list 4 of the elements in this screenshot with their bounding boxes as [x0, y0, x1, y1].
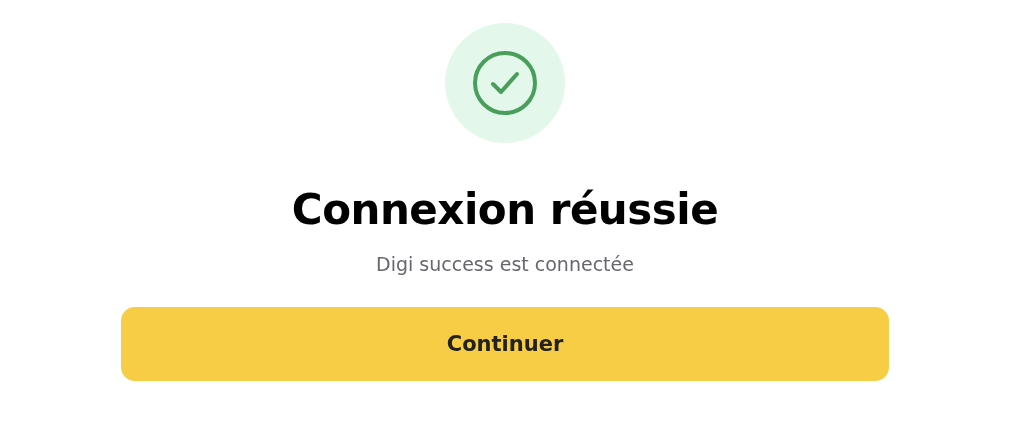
subtitle: Digi success est connectée	[376, 252, 634, 277]
checkmark-icon	[472, 50, 538, 116]
title: Connexion réussie	[291, 184, 719, 236]
continue-button[interactable]: Continuer	[121, 307, 889, 381]
